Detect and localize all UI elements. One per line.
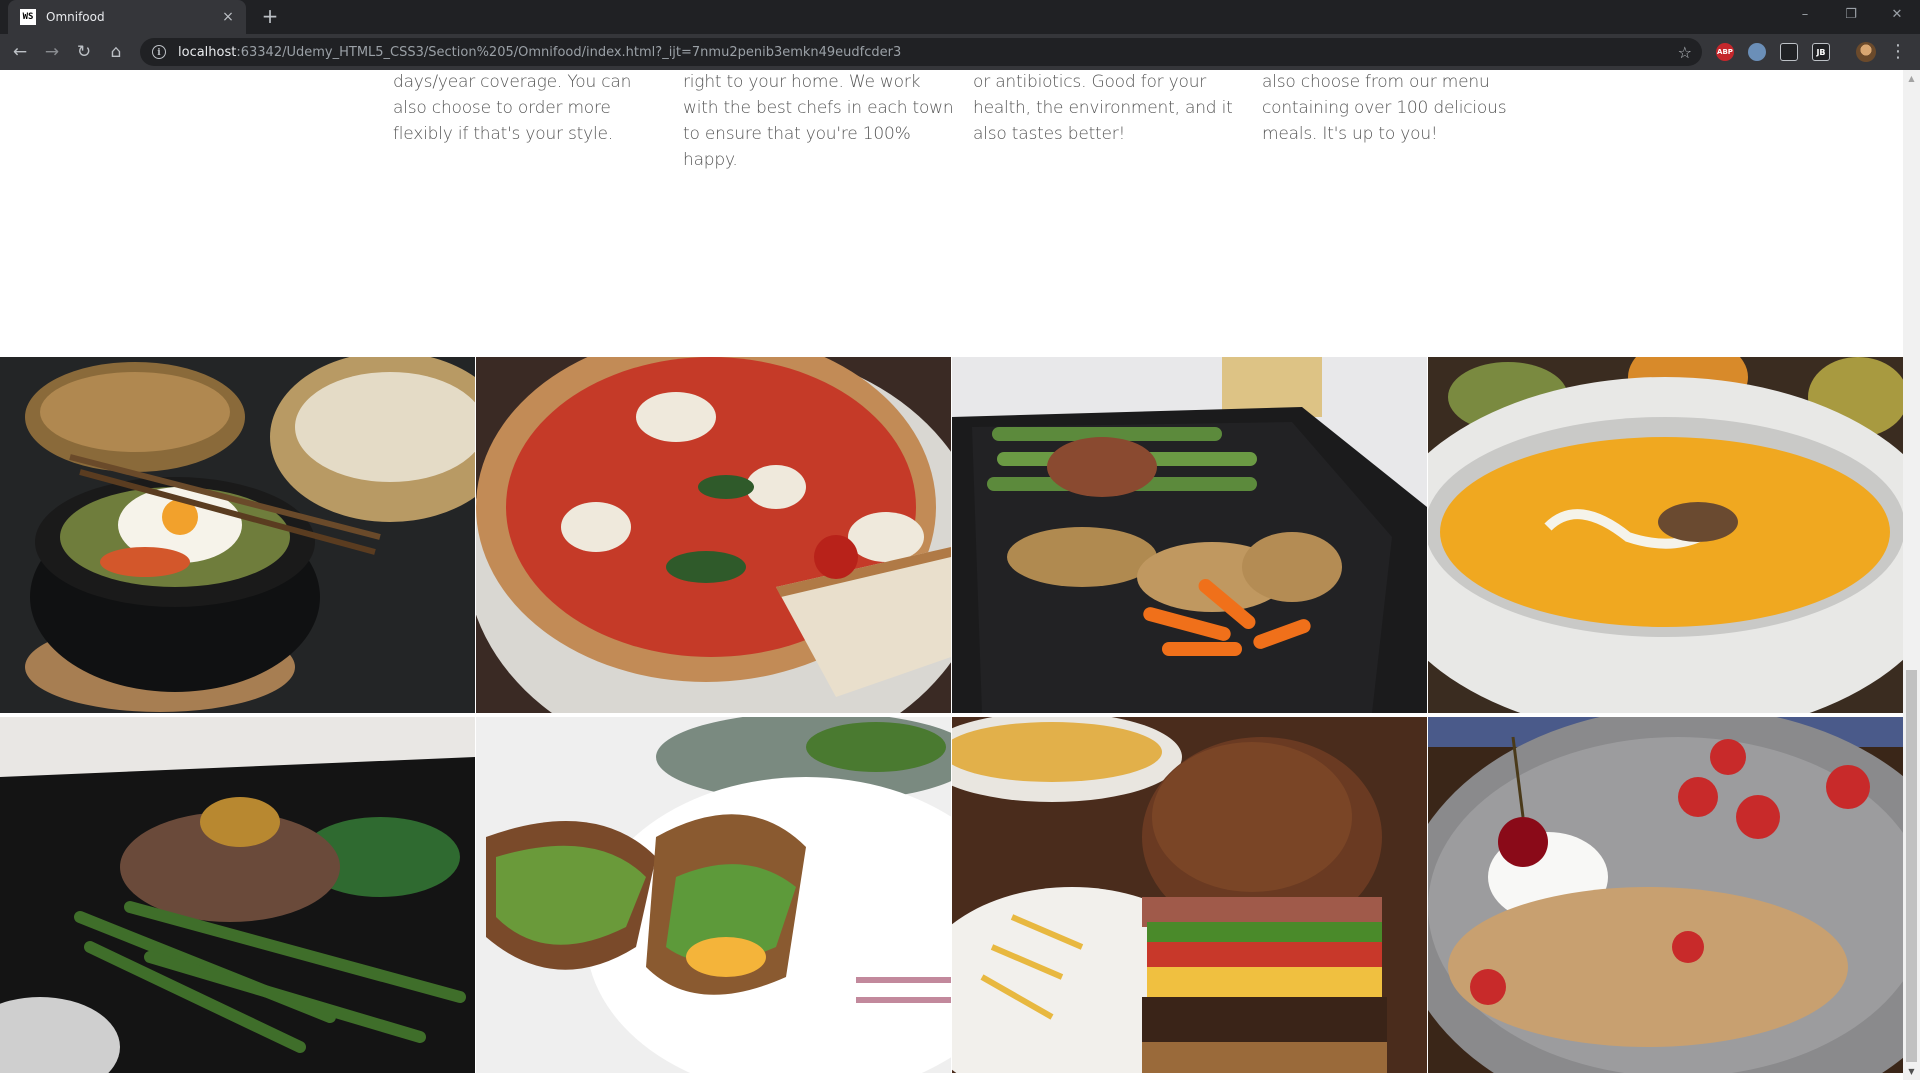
address-bar[interactable]: i localhost:63342/Udemy_HTML5_CSS3/Secti… (140, 38, 1702, 66)
meal-photo-sandwich (476, 717, 951, 1073)
restore-window-button[interactable]: ❐ (1828, 0, 1874, 30)
meal-photo-burger (952, 717, 1427, 1073)
meal-photo-granola (1428, 717, 1903, 1073)
features-section: days/year coverage. You can also choose … (0, 70, 1903, 356)
meal-photo-pizza (476, 357, 951, 713)
meal-photo-pumpkin-soup (1428, 357, 1903, 713)
site-info-icon[interactable]: i (152, 45, 166, 59)
back-arrow-icon[interactable]: ← (8, 40, 32, 64)
meal-photo-steak (0, 717, 475, 1073)
page-viewport: days/year coverage. You can also choose … (0, 70, 1903, 1080)
home-icon[interactable]: ⌂ (104, 40, 128, 64)
scroll-down-arrow-icon[interactable]: ▼ (1903, 1063, 1920, 1080)
scrollbar-thumb[interactable] (1906, 670, 1917, 1062)
feature-text: or antibiotics. Good for your health, th… (973, 72, 1233, 144)
tab-title: Omnifood (46, 10, 105, 24)
close-window-button[interactable]: ✕ (1874, 0, 1920, 30)
url-path: :63342/Udemy_HTML5_CSS3/Section%205/Omni… (236, 44, 902, 60)
meal-photo-asparagus-chicken (952, 357, 1427, 713)
meal-photo-steak (0, 717, 475, 1073)
meal-photo-burger (952, 717, 1427, 1073)
feature-text: days/year coverage. You can also choose … (393, 72, 632, 144)
jetbrains-extension-icon[interactable]: JB (1812, 43, 1830, 61)
feature-text: right to your home. We work with the bes… (683, 72, 954, 170)
minimize-window-button[interactable]: – (1782, 0, 1828, 30)
browser-tab-strip: WS Omnifood × + – ❐ ✕ (0, 0, 1920, 34)
browser-tab[interactable]: WS Omnifood × (8, 0, 246, 34)
meal-photo-pizza (476, 357, 951, 713)
meal-photo-bibimbap (0, 357, 475, 713)
meal-photo-granola (1428, 717, 1903, 1073)
browser-menu-icon[interactable]: ⋮ (1888, 40, 1908, 64)
tab-close-icon[interactable]: × (220, 9, 236, 25)
forward-arrow-icon[interactable]: → (40, 40, 64, 64)
browser-toolbar: ← → ↻ ⌂ i localhost:63342/Udemy_HTML5_CS… (0, 34, 1920, 70)
adblock-extension-icon[interactable]: ABP (1716, 43, 1734, 61)
meals-gallery (0, 357, 1903, 1073)
new-tab-button[interactable]: + (256, 4, 284, 30)
meal-photo-pumpkin-soup (1428, 357, 1903, 713)
meal-photo-sandwich (476, 717, 951, 1073)
meal-photo-bibimbap (0, 357, 475, 713)
reload-icon[interactable]: ↻ (72, 40, 96, 64)
url-host: localhost (178, 44, 237, 60)
extension-icon[interactable] (1780, 43, 1798, 61)
meal-photo-asparagus-chicken (952, 357, 1427, 713)
url-text[interactable]: localhost:63342/Udemy_HTML5_CSS3/Section… (178, 45, 1678, 60)
feature-text: also choose from our menu containing ove… (1262, 72, 1507, 144)
profile-avatar[interactable] (1856, 42, 1876, 62)
page-scrollbar[interactable]: ▲ ▼ (1903, 70, 1920, 1080)
scroll-up-arrow-icon[interactable]: ▲ (1903, 70, 1920, 87)
extension-icon[interactable] (1748, 43, 1766, 61)
bookmark-star-icon[interactable]: ☆ (1678, 43, 1692, 62)
webstorm-favicon-icon: WS (20, 9, 36, 25)
